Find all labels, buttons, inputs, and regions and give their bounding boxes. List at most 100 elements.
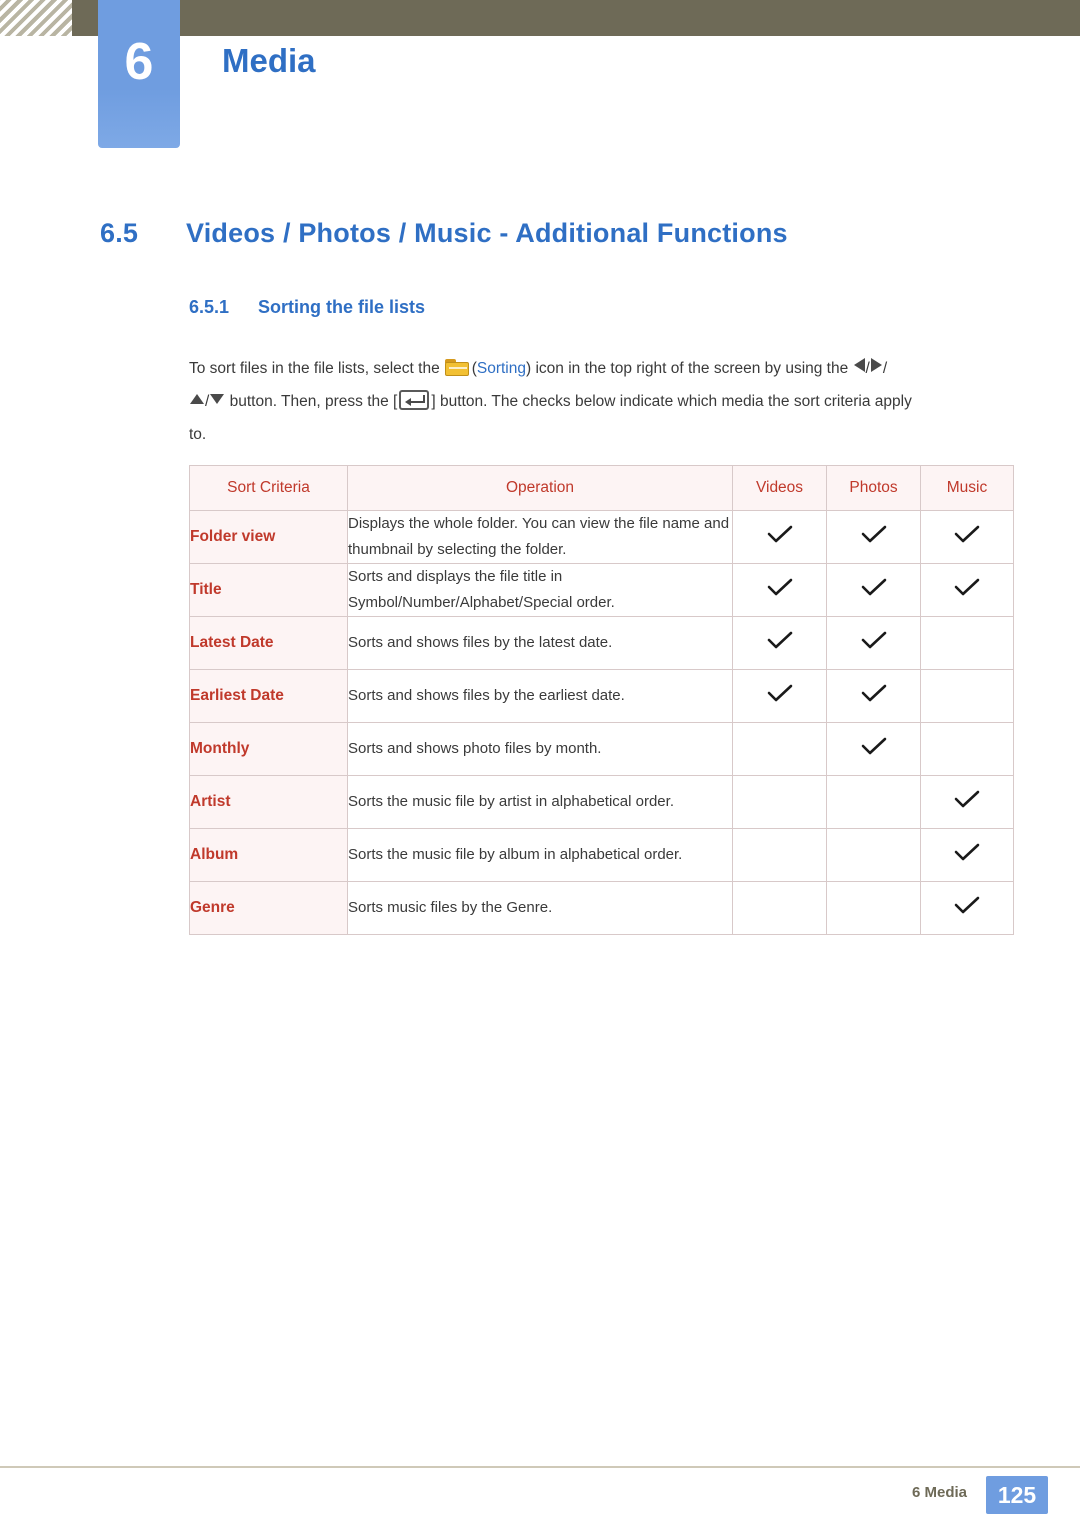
table-cell-photos [826, 563, 921, 617]
table-cell-videos [732, 563, 827, 617]
table-cell-criteria: Album [189, 828, 348, 882]
checkmark-icon [954, 896, 980, 916]
checkmark-icon [767, 525, 793, 545]
table-row: Title Sorts and displays the file title i… [189, 563, 1014, 617]
checkmark-icon [767, 631, 793, 651]
table-row: Album Sorts the music file by album in al… [189, 828, 1014, 882]
arrow-up-icon [190, 394, 204, 404]
section-title: Videos / Photos / Music - Additional Fun… [186, 218, 788, 248]
table-cell-music [920, 669, 1014, 723]
table-cell-photos [826, 510, 921, 564]
table-row: Earliest Date Sorts and shows files by th… [189, 669, 1014, 723]
table-row: Monthly Sorts and shows photo files by mo… [189, 722, 1014, 776]
section-number: 6.5 [100, 218, 139, 248]
table-row: Genre Sorts music files by the Genre. [189, 881, 1014, 935]
footer-rule [0, 1466, 1080, 1468]
table-cell-music [920, 881, 1014, 935]
checkmark-icon [954, 790, 980, 810]
enter-key-icon [399, 390, 430, 410]
subsection-number: 6.5.1 [189, 297, 230, 317]
table-cell-criteria: Latest Date [189, 616, 348, 670]
table-cell-operation: Sorts and shows files by the latest date… [347, 616, 733, 670]
table-cell-music [920, 616, 1014, 670]
checkmark-icon [954, 578, 980, 598]
chapter-title: Media [222, 42, 316, 79]
table-cell-criteria: Folder view [189, 510, 348, 564]
table-row: Folder view Displays the whole folder. Yo… [189, 510, 1014, 564]
table-cell-criteria: Artist [189, 775, 348, 829]
table-cell-videos [732, 510, 827, 564]
table-body: Folder view Displays the whole folder. Yo… [189, 510, 1014, 935]
table-cell-music [920, 775, 1014, 829]
checkmark-icon [767, 578, 793, 598]
table-cell-music [920, 510, 1014, 564]
intro-text-b: ) icon in the top right of the screen by… [525, 360, 849, 377]
table-cell-videos [732, 775, 827, 829]
table-cell-music [920, 722, 1014, 776]
arrow-right-icon [870, 358, 882, 372]
checkmark-icon [861, 525, 887, 545]
subsection-title: Sorting the file lists [258, 297, 426, 317]
table-cell-music [920, 563, 1014, 617]
slash-2: / [882, 360, 888, 377]
intro-text-d: ] button. The checks below indicate whic… [431, 393, 912, 410]
arrow-left-icon [853, 358, 865, 372]
checkmark-icon [861, 684, 887, 704]
table-cell-criteria: Monthly [189, 722, 348, 776]
slash-1: / [865, 360, 870, 377]
checkmark-icon [767, 684, 793, 704]
table-cell-operation: Sorts music files by the Genre. [347, 881, 733, 935]
intro-line-2: / button. Then, press the [] button. The… [189, 385, 1007, 418]
header-hatch-decoration [0, 0, 72, 36]
table-cell-music [920, 828, 1014, 882]
footer-page-number: 125 [986, 1476, 1048, 1514]
arrow-down-icon [210, 394, 225, 404]
table-cell-operation: Sorts and displays the file title in Sym… [347, 563, 733, 617]
checkmark-icon [954, 525, 980, 545]
intro-text-c: button. Then, press the [ [229, 393, 398, 410]
table-cell-videos [732, 881, 827, 935]
table-row: Artist Sorts the music file by artist in … [189, 775, 1014, 829]
table-cell-videos [732, 616, 827, 670]
subsection-heading: 6.5.1 Sorting the file lists [189, 297, 425, 318]
table-cell-photos [826, 881, 921, 935]
table-cell-photos [826, 775, 921, 829]
table-cell-videos [732, 828, 827, 882]
table-cell-criteria: Genre [189, 881, 348, 935]
table-cell-photos [826, 669, 921, 723]
table-cell-photos [826, 828, 921, 882]
folder-icon [444, 359, 469, 376]
chapter-number: 6 [124, 33, 154, 91]
checkmark-icon [954, 843, 980, 863]
table-row: Latest Date Sorts and shows files by the … [189, 616, 1014, 670]
intro-line-1: To sort files in the file lists, select … [189, 352, 1007, 385]
table-cell-photos [826, 616, 921, 670]
table-cell-photos [826, 722, 921, 776]
table-cell-videos [732, 722, 827, 776]
sort-criteria-table: Sort Criteria Operation Videos Photos Mu… [189, 465, 1014, 935]
table-header-videos: Videos [732, 465, 827, 511]
section-heading: 6.5 Videos / Photos / Music - Additional … [100, 218, 788, 249]
footer-label: 6 Media [911, 1484, 967, 1501]
table-header-photos: Photos [826, 465, 921, 511]
checkmark-icon [861, 737, 887, 757]
table-header-music: Music [920, 465, 1014, 511]
table-cell-criteria: Title [189, 563, 348, 617]
table-cell-criteria: Earliest Date [189, 669, 348, 723]
table-cell-operation: Sorts and shows files by the earliest da… [347, 669, 733, 723]
checkmark-icon [861, 578, 887, 598]
table-cell-operation: Sorts and shows photo files by month. [347, 722, 733, 776]
sort-criteria-table-wrap: Sort Criteria Operation Videos Photos Mu… [189, 465, 1014, 935]
intro-paragraph: To sort files in the file lists, select … [189, 352, 1007, 451]
table-header-criteria: Sort Criteria [189, 465, 348, 511]
checkmark-icon [861, 631, 887, 651]
sorting-label: Sorting [476, 360, 526, 377]
table-header-row: Sort Criteria Operation Videos Photos Mu… [189, 465, 1014, 511]
table-cell-videos [732, 669, 827, 723]
table-cell-operation: Sorts the music file by album in alphabe… [347, 828, 733, 882]
table-cell-operation: Sorts the music file by artist in alphab… [347, 775, 733, 829]
table-cell-operation: Displays the whole folder. You can view … [347, 510, 733, 564]
intro-line-3: to. [189, 426, 207, 443]
intro-text-a: To sort files in the file lists, select … [189, 360, 440, 377]
table-header-operation: Operation [347, 465, 733, 511]
